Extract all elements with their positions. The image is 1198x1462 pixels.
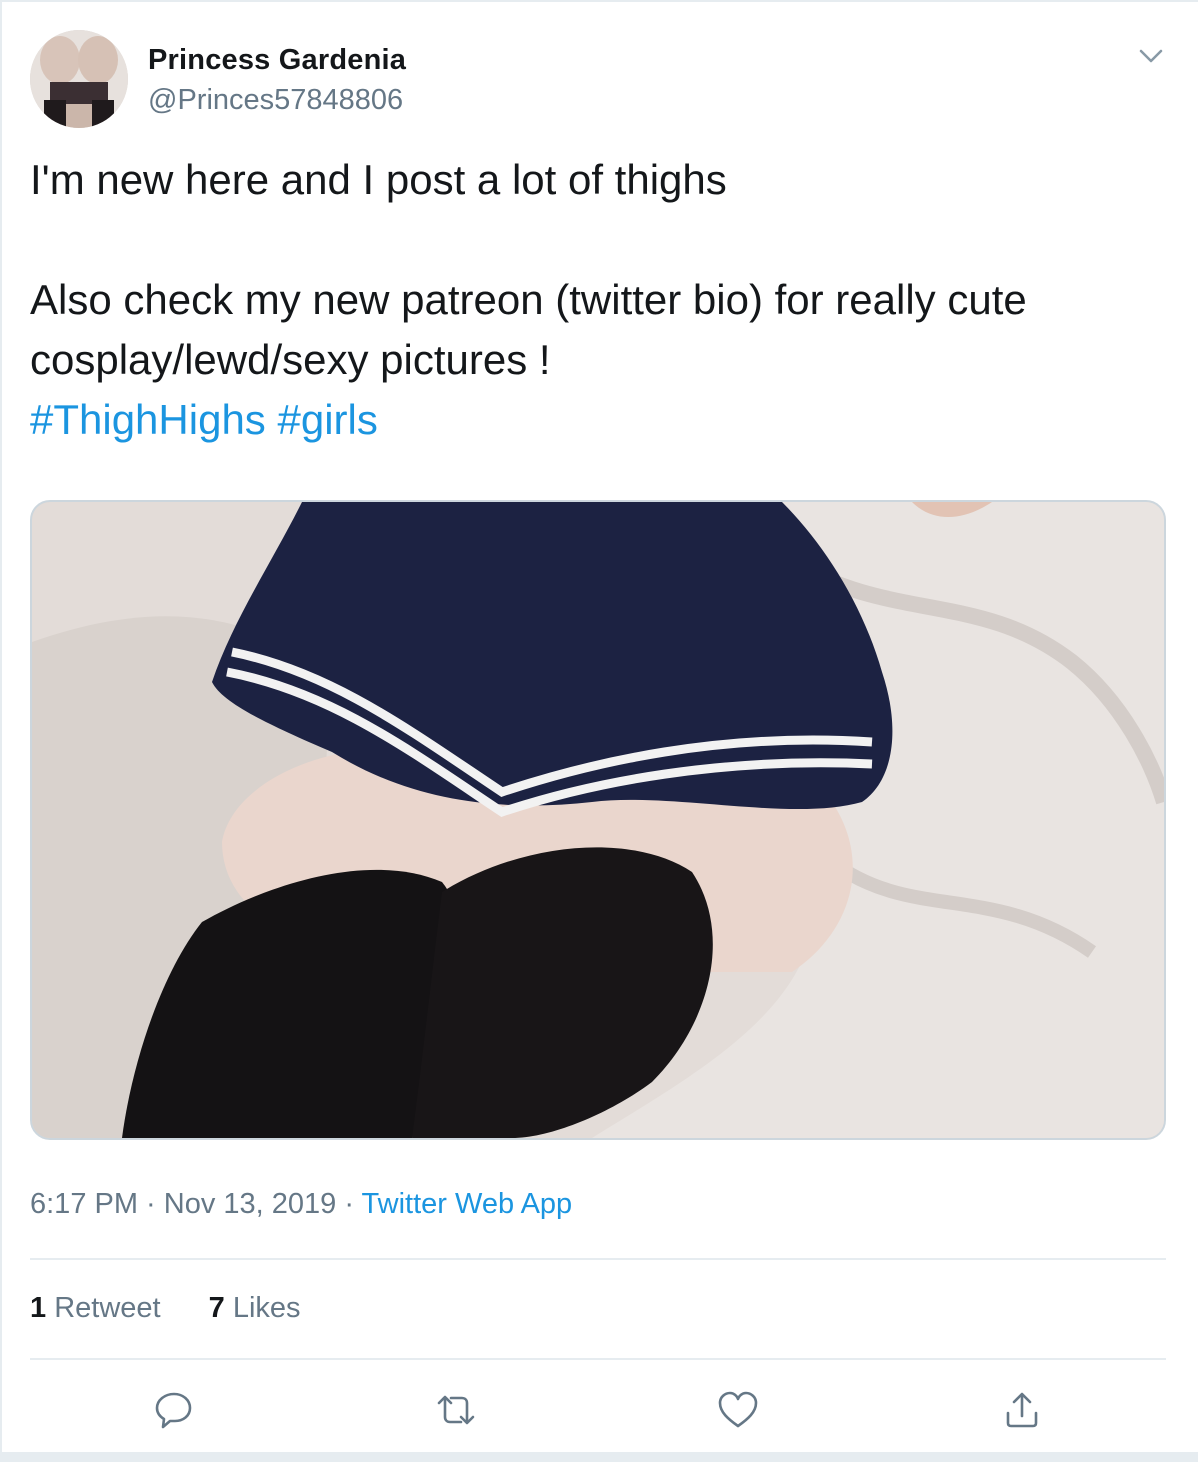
reply-icon[interactable] [150, 1386, 198, 1434]
tweet-card: Princess Gardenia @Princes57848806 I'm n… [0, 0, 1198, 1462]
meta-separator: · [336, 1188, 362, 1220]
hashtag-link[interactable]: #girls [277, 396, 377, 443]
avatar-image [30, 30, 128, 128]
hashtag-line: #ThighHighs #girls [30, 390, 1170, 450]
heart-icon[interactable] [714, 1386, 762, 1434]
user-handle[interactable]: @Princes57848806 [148, 84, 403, 117]
tweet-time[interactable]: 6:17 PM [30, 1188, 138, 1220]
bottom-edge [2, 1452, 1198, 1462]
tweet-date[interactable]: Nov 13, 2019 [164, 1188, 337, 1220]
chevron-down-icon[interactable] [1136, 44, 1166, 68]
tweet-text-line: cosplay/lewd/sexy pictures ! [30, 336, 551, 383]
hashtag-link[interactable]: #ThighHighs [30, 396, 266, 443]
share-icon[interactable] [998, 1386, 1046, 1434]
display-name[interactable]: Princess Gardenia [148, 44, 406, 77]
divider [30, 1258, 1166, 1260]
retweet-count: 1 [30, 1292, 47, 1324]
retweet-icon[interactable] [432, 1386, 480, 1434]
avatar[interactable] [30, 30, 128, 128]
meta-separator: · [138, 1188, 164, 1220]
divider [30, 1358, 1166, 1360]
tweet-stats: 1 Retweet 7 Likes [30, 1292, 301, 1325]
retweet-label: Retweet [54, 1292, 161, 1324]
tweet-text-line: I'm new here and I post a lot of thighs [30, 156, 727, 203]
like-count: 7 [208, 1292, 225, 1324]
like-label: Likes [232, 1292, 301, 1324]
tweet-source-link[interactable]: Twitter Web App [362, 1188, 573, 1220]
retweet-count-link[interactable]: 1 Retweet [30, 1292, 161, 1325]
tweet-metadata: 6:17 PM · Nov 13, 2019 · Twitter Web App [30, 1188, 572, 1221]
like-count-link[interactable]: 7 Likes [209, 1292, 301, 1325]
tweet-text-line: Also check my new patreon (twitter bio) … [30, 276, 1027, 323]
tweet-photo[interactable] [30, 500, 1166, 1140]
